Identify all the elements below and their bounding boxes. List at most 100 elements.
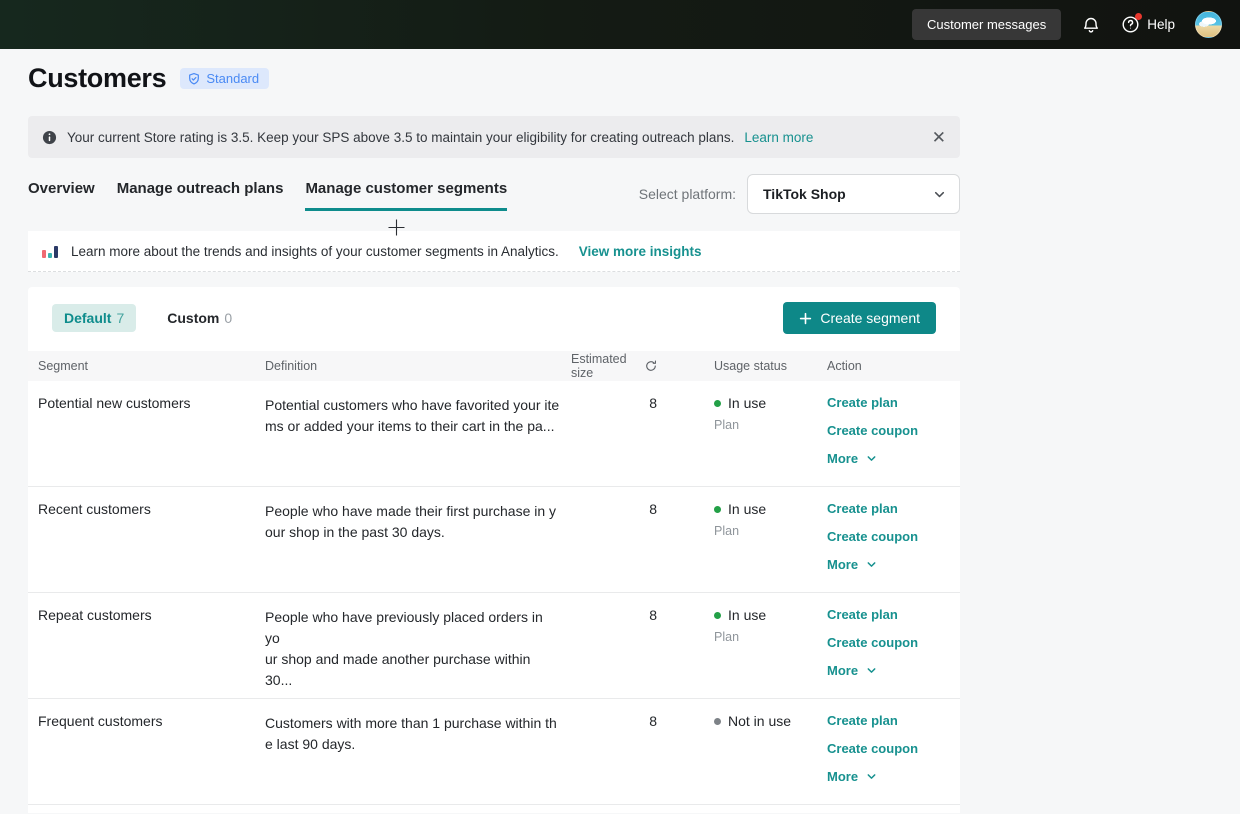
tab-manage-outreach-plans[interactable]: Manage outreach plans bbox=[117, 180, 284, 211]
segment-definition: People who have made their first purchas… bbox=[265, 501, 571, 592]
help-question-icon bbox=[1121, 15, 1140, 34]
tab-overview[interactable]: Overview bbox=[28, 180, 95, 211]
estimated-size-value: 8 bbox=[571, 501, 657, 592]
status-label: In use bbox=[728, 607, 766, 623]
create-segment-label: Create segment bbox=[820, 310, 920, 326]
info-icon bbox=[42, 130, 57, 145]
usage-status: In use Plan bbox=[657, 501, 827, 592]
status-sub-label: Plan bbox=[714, 524, 827, 538]
shield-check-icon bbox=[187, 72, 201, 86]
page-title: Customers bbox=[28, 63, 166, 94]
status-sub-label: Plan bbox=[714, 630, 827, 644]
chevron-down-icon bbox=[866, 559, 877, 570]
platform-select[interactable]: TikTok Shop bbox=[747, 174, 960, 214]
table-header: Segment Definition Estimated size Usage … bbox=[28, 351, 960, 381]
notifications-bell-icon[interactable] bbox=[1081, 15, 1101, 35]
custom-tab-count: 0 bbox=[224, 310, 232, 326]
more-label: More bbox=[827, 557, 858, 572]
custom-tab-label: Custom bbox=[167, 310, 219, 326]
segment-name: Repeat customers bbox=[38, 607, 265, 698]
status-label: Not in use bbox=[728, 713, 791, 729]
segment-definition: Potential customers who have favorited y… bbox=[265, 395, 571, 486]
default-segments-tab[interactable]: Default 7 bbox=[52, 304, 136, 332]
more-link[interactable]: More bbox=[827, 769, 877, 784]
create-coupon-link[interactable]: Create coupon bbox=[827, 423, 918, 438]
status-label: In use bbox=[728, 501, 766, 517]
create-segment-button[interactable]: Create segment bbox=[783, 302, 936, 334]
row-actions: Create plan Create coupon More bbox=[827, 607, 960, 698]
status-dot bbox=[714, 400, 721, 407]
tabs-row: Overview Manage outreach plans Manage cu… bbox=[28, 180, 960, 214]
chevron-down-icon bbox=[866, 453, 877, 464]
create-plan-link[interactable]: Create plan bbox=[827, 395, 898, 410]
platform-selector: Select platform: TikTok Shop bbox=[639, 174, 960, 214]
customer-messages-button[interactable]: Customer messages bbox=[912, 9, 1061, 40]
custom-segments-tab[interactable]: Custom 0 bbox=[167, 310, 232, 326]
chevron-down-icon bbox=[866, 771, 877, 782]
estimated-size-value: 8 bbox=[571, 713, 657, 804]
more-label: More bbox=[827, 451, 858, 466]
col-estimated-size: Estimated size bbox=[571, 352, 657, 380]
segment-definition: Customers with more than 1 purchase with… bbox=[265, 713, 571, 804]
segment-name: Frequent customers bbox=[38, 713, 265, 804]
estimated-size-label: Estimated size bbox=[571, 352, 639, 380]
notification-dot bbox=[1135, 13, 1142, 20]
help-label: Help bbox=[1147, 17, 1175, 32]
page-header: Customers Standard bbox=[28, 49, 960, 94]
tab-manage-customer-segments[interactable]: Manage customer segments bbox=[305, 180, 507, 211]
col-definition: Definition bbox=[265, 359, 571, 373]
avatar[interactable] bbox=[1195, 11, 1222, 38]
sps-rating-banner: Your current Store rating is 3.5. Keep y… bbox=[28, 116, 960, 158]
chevron-down-icon bbox=[866, 665, 877, 676]
default-tab-count: 7 bbox=[116, 310, 124, 326]
row-actions: Create plan Create coupon More bbox=[827, 501, 960, 592]
status-dot bbox=[714, 612, 721, 619]
more-link[interactable]: More bbox=[827, 557, 877, 572]
status-sub-label: Plan bbox=[714, 418, 827, 432]
usage-status: In use Plan bbox=[657, 395, 827, 486]
status-label: In use bbox=[728, 395, 766, 411]
banner-close-icon[interactable]: ✕ bbox=[932, 129, 946, 146]
table-body: Potential new customers Potential custom… bbox=[28, 381, 960, 805]
row-actions: Create plan Create coupon More bbox=[827, 713, 960, 804]
select-platform-label: Select platform: bbox=[639, 186, 736, 202]
analytics-chart-icon bbox=[42, 245, 58, 258]
help-button[interactable]: Help bbox=[1121, 15, 1175, 34]
tabs: Overview Manage outreach plans Manage cu… bbox=[28, 180, 507, 211]
col-usage-status: Usage status bbox=[657, 359, 827, 373]
plus-icon bbox=[799, 312, 812, 325]
estimated-size-value: 8 bbox=[571, 607, 657, 698]
col-segment: Segment bbox=[38, 359, 265, 373]
table-row: Frequent customers Customers with more t… bbox=[28, 699, 960, 805]
view-more-insights-link[interactable]: View more insights bbox=[579, 244, 702, 259]
refresh-icon[interactable] bbox=[645, 360, 657, 372]
estimated-size-value: 8 bbox=[571, 395, 657, 486]
row-actions: Create plan Create coupon More bbox=[827, 395, 960, 486]
more-label: More bbox=[827, 769, 858, 784]
more-link[interactable]: More bbox=[827, 663, 877, 678]
table-row: Recent customers People who have made th… bbox=[28, 487, 960, 593]
banner-text: Your current Store rating is 3.5. Keep y… bbox=[67, 130, 734, 145]
create-plan-link[interactable]: Create plan bbox=[827, 607, 898, 622]
standard-badge-label: Standard bbox=[206, 71, 259, 86]
insights-text: Learn more about the trends and insights… bbox=[71, 244, 559, 259]
create-plan-link[interactable]: Create plan bbox=[827, 713, 898, 728]
more-link[interactable]: More bbox=[827, 451, 877, 466]
usage-status: In use Plan bbox=[657, 607, 827, 698]
create-coupon-link[interactable]: Create coupon bbox=[827, 529, 918, 544]
create-coupon-link[interactable]: Create coupon bbox=[827, 741, 918, 756]
segment-name: Recent customers bbox=[38, 501, 265, 592]
main-content: Customers Standard Your current Store ra… bbox=[28, 49, 960, 813]
create-plan-link[interactable]: Create plan bbox=[827, 501, 898, 516]
status-dot bbox=[714, 718, 721, 725]
table-row: Potential new customers Potential custom… bbox=[28, 381, 960, 487]
more-label: More bbox=[827, 663, 858, 678]
segment-name: Potential new customers bbox=[38, 395, 265, 486]
default-tab-label: Default bbox=[64, 310, 111, 326]
learn-more-link[interactable]: Learn more bbox=[744, 130, 813, 145]
segments-card: Default 7 Custom 0 Create segment Segmen… bbox=[28, 287, 960, 813]
col-action: Action bbox=[827, 359, 960, 373]
segment-type-switcher: Default 7 Custom 0 Create segment bbox=[28, 302, 960, 334]
create-coupon-link[interactable]: Create coupon bbox=[827, 635, 918, 650]
platform-select-value: TikTok Shop bbox=[763, 186, 846, 202]
